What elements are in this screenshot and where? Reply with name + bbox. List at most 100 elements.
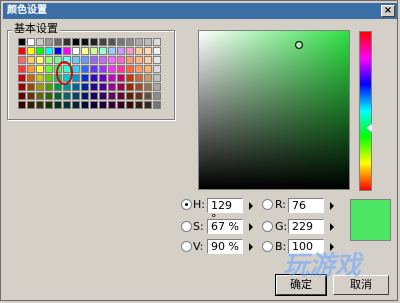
color-swatch[interactable] [81,74,89,82]
color-swatch[interactable] [18,101,26,109]
color-swatch[interactable] [27,101,35,109]
color-swatch[interactable] [126,74,134,82]
color-swatch[interactable] [99,92,107,100]
color-swatch[interactable] [45,92,53,100]
color-swatch[interactable] [54,74,62,82]
color-swatch[interactable] [63,92,71,100]
value-radio[interactable] [181,241,192,252]
color-swatch[interactable] [153,83,161,91]
color-swatch[interactable] [90,74,98,82]
value-field[interactable]: 90 % [207,239,243,254]
color-swatch[interactable] [81,101,89,109]
color-swatch[interactable] [54,83,62,91]
color-swatch[interactable] [90,101,98,109]
color-swatch[interactable] [135,38,143,46]
color-swatch[interactable] [63,47,71,55]
saturation-field[interactable]: 67 % [207,219,243,234]
color-swatch[interactable] [36,83,44,91]
green-field[interactable]: 229 [288,219,324,234]
slider-arrow-icon[interactable] [366,124,372,132]
blue-spin-icon[interactable] [330,243,334,251]
saturation-spin-icon[interactable] [249,223,253,231]
color-swatch[interactable] [108,83,116,91]
color-swatch[interactable] [90,38,98,46]
color-swatch[interactable] [81,65,89,73]
color-swatch[interactable] [153,92,161,100]
color-swatch[interactable] [117,38,125,46]
color-swatch[interactable] [144,47,152,55]
color-swatch[interactable] [144,65,152,73]
color-swatch[interactable] [153,101,161,109]
color-swatch[interactable] [72,92,80,100]
color-swatch[interactable] [99,38,107,46]
color-swatch[interactable] [117,47,125,55]
color-swatch[interactable] [81,92,89,100]
color-swatch[interactable] [108,65,116,73]
blue-radio[interactable] [262,241,273,252]
green-radio[interactable] [262,221,273,232]
color-swatch[interactable] [27,92,35,100]
color-swatch[interactable] [99,101,107,109]
color-swatch[interactable] [144,83,152,91]
hue-slider[interactable] [359,31,372,191]
color-swatch[interactable] [135,65,143,73]
color-swatch[interactable] [63,83,71,91]
color-swatch[interactable] [135,56,143,64]
color-swatch[interactable] [117,83,125,91]
color-swatch[interactable] [54,38,62,46]
color-swatch[interactable] [54,56,62,64]
color-swatch[interactable] [36,92,44,100]
color-swatch[interactable] [54,47,62,55]
color-swatch[interactable] [126,56,134,64]
color-swatch[interactable] [117,101,125,109]
color-swatch[interactable] [45,56,53,64]
color-swatch[interactable] [126,65,134,73]
color-swatch[interactable] [108,74,116,82]
color-swatch[interactable] [18,92,26,100]
color-swatch[interactable] [144,92,152,100]
color-swatch[interactable] [126,38,134,46]
color-swatch[interactable] [126,83,134,91]
color-swatch[interactable] [135,74,143,82]
color-swatch[interactable] [45,65,53,73]
color-swatch[interactable] [108,38,116,46]
color-swatch[interactable] [99,47,107,55]
color-swatch[interactable] [81,83,89,91]
color-swatch[interactable] [54,65,62,73]
color-swatch[interactable] [36,47,44,55]
color-swatch[interactable] [27,38,35,46]
color-swatch[interactable] [72,47,80,55]
color-swatch[interactable] [45,74,53,82]
color-swatch[interactable] [108,56,116,64]
color-swatch[interactable] [27,47,35,55]
color-swatch[interactable] [18,74,26,82]
color-swatch[interactable] [135,92,143,100]
color-swatch[interactable] [108,92,116,100]
color-swatch[interactable] [81,56,89,64]
ok-button[interactable]: 确定 [275,274,327,296]
color-swatch[interactable] [72,38,80,46]
color-swatch[interactable] [108,47,116,55]
close-button[interactable]: × [381,5,395,17]
color-swatch[interactable] [81,47,89,55]
color-swatch[interactable] [72,56,80,64]
color-swatch[interactable] [99,74,107,82]
color-swatch[interactable] [27,74,35,82]
color-swatch[interactable] [90,56,98,64]
red-radio[interactable] [262,199,273,210]
hue-radio[interactable] [181,199,192,210]
color-swatch[interactable] [135,101,143,109]
color-swatch[interactable] [99,83,107,91]
color-swatch[interactable] [72,101,80,109]
value-spin-icon[interactable] [249,243,253,251]
color-swatch[interactable] [144,56,152,64]
color-swatch[interactable] [45,83,53,91]
color-swatch[interactable] [45,47,53,55]
color-swatch[interactable] [108,101,116,109]
color-swatch[interactable] [90,92,98,100]
color-swatch[interactable] [90,47,98,55]
color-swatch[interactable] [81,38,89,46]
color-swatch[interactable] [153,47,161,55]
color-swatch[interactable] [144,38,152,46]
color-swatch[interactable] [135,47,143,55]
